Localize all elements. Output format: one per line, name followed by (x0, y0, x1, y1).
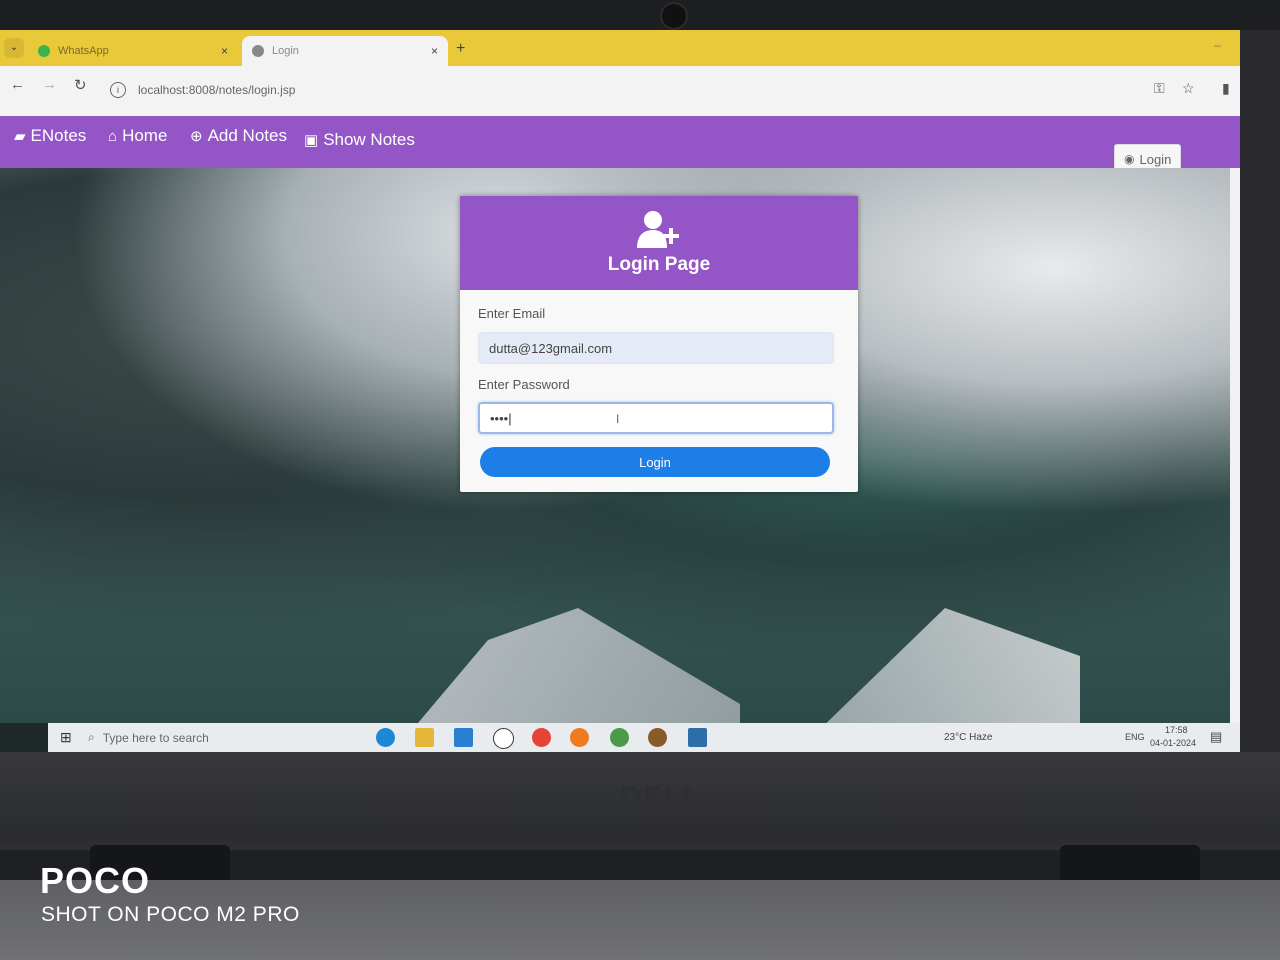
login-card-title: Login Page (607, 254, 711, 275)
whatsapp-icon (38, 45, 50, 57)
forward-icon[interactable]: → (42, 76, 57, 93)
site-info-icon[interactable]: i (110, 82, 126, 98)
tab-label: Login (272, 45, 299, 57)
laptop-bezel-top (0, 0, 1280, 30)
navbar-login-label: Login (1139, 151, 1172, 167)
notes-icon: ▣ (304, 132, 319, 149)
file-explorer-icon[interactable] (415, 728, 434, 747)
brand-label: ENotes (30, 126, 87, 145)
user-plus-icon (637, 211, 679, 248)
url-text: localhost:8008/notes/login.jsp (138, 83, 296, 97)
tab-login[interactable]: Login × (242, 36, 448, 66)
close-tab-icon[interactable]: × (431, 44, 438, 58)
page-scrollbar[interactable] (1230, 168, 1240, 723)
eclipse-icon[interactable] (648, 728, 667, 747)
rock-shape (380, 608, 740, 723)
app-icon[interactable] (688, 728, 707, 747)
dell-icon[interactable] (493, 728, 514, 749)
nav-add-notes-label: Add Notes (207, 126, 287, 145)
mouse-text-cursor: I (616, 412, 620, 426)
webcam (660, 2, 688, 30)
login-card-header: Login Page (460, 196, 858, 290)
password-field[interactable]: •••• | (478, 402, 834, 434)
plus-circle-icon: ⊕ (190, 128, 203, 145)
laptop-logo: DELL (620, 782, 701, 812)
book-icon: ▰ (14, 128, 26, 145)
address-bar[interactable]: i localhost:8008/notes/login.jsp (104, 76, 704, 104)
camera-watermark-brand: POCO (40, 860, 151, 901)
user-circle-icon: ◉ (1124, 152, 1135, 166)
side-panel-icon[interactable]: ▮ (1222, 80, 1230, 97)
password-label: Enter Password (478, 377, 570, 392)
mail-icon[interactable] (454, 728, 473, 747)
login-submit-button[interactable]: Login (480, 447, 830, 477)
camera-watermark-caption: SHOT ON POCO M2 PRO (41, 903, 300, 926)
browser-toolbar: ← → ↻ i localhost:8008/notes/login.jsp ⚿… (0, 66, 1240, 117)
login-card: Login Page Enter Email dutta@123gmail.co… (460, 196, 858, 492)
tab-search-icon[interactable]: ⌄ (4, 38, 24, 58)
email-field[interactable]: dutta@123gmail.com (478, 332, 834, 364)
windows-taskbar: ⊞ ⌕ Type here to search 23°C Haze ENG 17… (48, 723, 1240, 752)
language-indicator[interactable]: ENG (1125, 732, 1145, 742)
nav-home-label: Home (122, 126, 168, 145)
chrome-profile-icon[interactable] (610, 728, 629, 747)
weather-text[interactable]: 23°C Haze (944, 732, 992, 743)
hinge-cap (1060, 845, 1200, 885)
email-label: Enter Email (478, 306, 546, 321)
rock-shape (780, 608, 1080, 723)
laptop-screen: ⌄ WhatsApp × Login × + – ← → ↻ i localho… (0, 30, 1240, 752)
nav-home[interactable]: ⌂ Home (108, 126, 167, 146)
browser-tab-bar: ⌄ WhatsApp × Login × + – (0, 30, 1240, 66)
password-key-icon[interactable]: ⚿ (1154, 80, 1165, 97)
nav-add-notes[interactable]: ⊕ Add Notes (190, 126, 287, 146)
text-caret: | (508, 410, 512, 426)
clock-time[interactable]: 17:58 (1165, 725, 1188, 735)
password-value: •••• (490, 410, 509, 426)
back-icon[interactable]: ← (10, 76, 25, 93)
site-navbar: ▰ ENotes ⌂ Home ⊕ Add Notes ▣ Show Notes… (0, 116, 1240, 174)
home-icon: ⌂ (108, 127, 118, 145)
brand-link[interactable]: ▰ ENotes (14, 126, 86, 146)
nav-show-notes-label: Show Notes (323, 130, 415, 149)
search-icon: ⌕ (88, 730, 95, 744)
tab-whatsapp[interactable]: WhatsApp × (28, 36, 238, 66)
edge-icon[interactable] (376, 728, 395, 747)
notifications-icon[interactable]: ▤ (1210, 729, 1222, 745)
globe-icon (252, 45, 264, 57)
minimize-icon[interactable]: – (1214, 38, 1221, 52)
clock-date[interactable]: 04-01-2024 (1150, 738, 1196, 748)
close-tab-icon[interactable]: × (221, 44, 228, 58)
windows-start-icon[interactable]: ⊞ (60, 729, 72, 746)
new-tab-button[interactable]: + (456, 40, 465, 58)
bookmark-star-icon[interactable]: ☆ (1182, 80, 1195, 97)
nav-show-notes[interactable]: ▣ Show Notes (304, 130, 415, 150)
chrome-icon[interactable] (532, 728, 551, 747)
firefox-icon[interactable] (570, 728, 589, 747)
taskbar-search-placeholder: Type here to search (102, 730, 209, 745)
reload-icon[interactable]: ↻ (74, 76, 87, 94)
tab-label: WhatsApp (58, 45, 109, 57)
taskbar-search[interactable]: ⌕ Type here to search (88, 726, 328, 749)
